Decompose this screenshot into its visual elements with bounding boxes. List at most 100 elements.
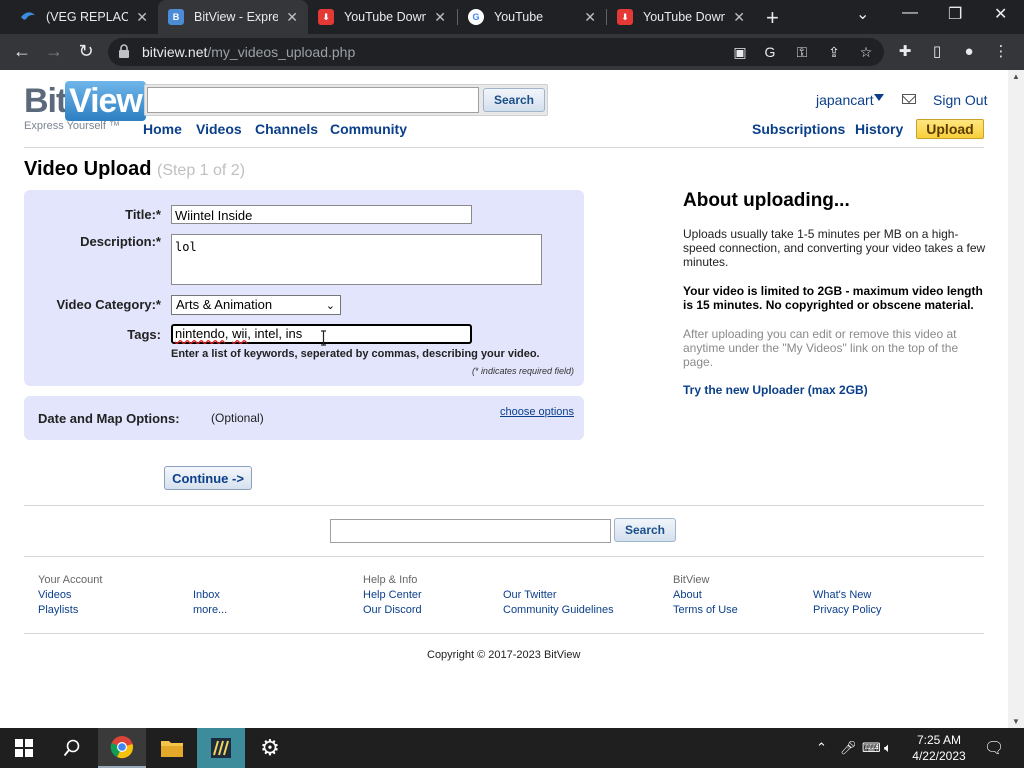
page-scrollbar[interactable]: ▲ ▼ bbox=[1008, 70, 1024, 728]
gear-icon: ⚙ bbox=[260, 735, 280, 760]
profile-icon[interactable]: ● bbox=[960, 43, 978, 61]
nav-videos[interactable]: Videos bbox=[196, 121, 242, 137]
description-textarea[interactable]: lol bbox=[171, 234, 542, 285]
choose-options-link[interactable]: choose options bbox=[500, 406, 574, 418]
header-divider bbox=[24, 147, 984, 148]
vegas-icon bbox=[211, 738, 231, 758]
tab-strip: (VEG REPLACE)[I ✕ B BitView - Expres ✕ ⬇… bbox=[0, 0, 1024, 34]
taskbar-file-explorer[interactable] bbox=[148, 728, 196, 768]
footer-discord-link[interactable]: Our Discord bbox=[363, 604, 422, 616]
menu-kebab-icon[interactable]: ⋮ bbox=[992, 43, 1010, 61]
options-optional: (Optional) bbox=[211, 411, 264, 425]
search-button[interactable]: Search bbox=[483, 88, 545, 112]
nav-home[interactable]: Home bbox=[143, 121, 182, 137]
title-label: Title:* bbox=[125, 207, 161, 222]
start-button[interactable] bbox=[0, 728, 48, 768]
footer-help-center-link[interactable]: Help Center bbox=[363, 589, 422, 601]
continue-button[interactable]: Continue -> bbox=[164, 466, 252, 490]
tab-youtube-downloader-2[interactable]: ⬇ YouTube Downl ✕ bbox=[607, 0, 755, 34]
footer-guidelines-link[interactable]: Community Guidelines bbox=[503, 604, 614, 616]
category-select[interactable]: Arts & Animation ⌄ bbox=[171, 295, 341, 315]
clock-time: 7:25 AM bbox=[916, 733, 962, 747]
back-icon[interactable]: ← bbox=[10, 41, 34, 62]
options-label: Date and Map Options: bbox=[38, 411, 180, 426]
taskbar-search-button[interactable] bbox=[48, 728, 96, 768]
close-icon[interactable]: ✕ bbox=[286, 9, 298, 26]
tab-veg-replace[interactable]: (VEG REPLACE)[I ✕ bbox=[10, 0, 158, 34]
lock-icon bbox=[119, 44, 129, 58]
volume-icon[interactable]: 🔈︎ bbox=[884, 740, 892, 756]
address-bar[interactable]: bitview.net/my_videos_upload.php ▣ G ⚿ ⇪… bbox=[108, 38, 884, 66]
folder-icon bbox=[161, 741, 183, 757]
nav-community[interactable]: Community bbox=[330, 121, 407, 137]
nav-channels[interactable]: Channels bbox=[255, 121, 318, 137]
footer-about-link[interactable]: About bbox=[673, 589, 702, 601]
close-icon[interactable]: ✕ bbox=[136, 9, 148, 26]
tab-search-icon[interactable]: ⌄ bbox=[856, 4, 869, 24]
bitview-icon: B bbox=[168, 9, 184, 25]
mail-icon[interactable] bbox=[902, 94, 916, 104]
text-cursor-icon bbox=[321, 330, 326, 346]
tab-youtube[interactable]: G YouTube ✕ bbox=[458, 0, 606, 34]
footer-search-button[interactable]: Search bbox=[614, 518, 676, 542]
footer-terms-link[interactable]: Terms of Use bbox=[673, 604, 738, 616]
url-text: bitview.net/my_videos_upload.php bbox=[142, 44, 356, 60]
reload-icon[interactable]: ↻ bbox=[74, 41, 98, 62]
window-close-icon[interactable]: ✕ bbox=[994, 4, 1007, 24]
logo-slogan: Express Yourself ™ bbox=[24, 120, 120, 132]
google-lens-icon[interactable]: G bbox=[762, 44, 778, 60]
tags-label: Tags: bbox=[127, 327, 161, 342]
sign-out-link[interactable]: Sign Out bbox=[933, 92, 987, 108]
content-divider bbox=[24, 505, 984, 506]
close-icon[interactable]: ✕ bbox=[584, 9, 596, 26]
close-icon[interactable]: ✕ bbox=[733, 9, 745, 26]
key-icon[interactable]: ⚿ bbox=[794, 44, 810, 60]
forward-icon[interactable]: → bbox=[42, 41, 66, 62]
veg-icon bbox=[20, 9, 36, 25]
restore-icon[interactable]: ❐ bbox=[948, 4, 962, 24]
minimize-icon[interactable]: — bbox=[902, 4, 918, 22]
new-tab-button[interactable]: + bbox=[766, 5, 779, 31]
footer-more-link[interactable]: more... bbox=[193, 604, 227, 616]
footer-twitter-link[interactable]: Our Twitter bbox=[503, 589, 557, 601]
share-icon[interactable]: ⇪ bbox=[826, 44, 842, 60]
footer-privacy-link[interactable]: Privacy Policy bbox=[813, 604, 881, 616]
notifications-icon[interactable]: 🗨︎ bbox=[984, 738, 1004, 758]
about-title: About uploading... bbox=[683, 190, 850, 211]
close-icon[interactable]: ✕ bbox=[434, 9, 446, 26]
title-input[interactable]: Wiintel Inside bbox=[171, 205, 472, 224]
taskbar-chrome[interactable] bbox=[98, 728, 146, 768]
taskbar-settings[interactable]: ⚙ bbox=[246, 728, 294, 768]
subscriptions-link[interactable]: Subscriptions bbox=[752, 121, 845, 137]
username-link[interactable]: japancart bbox=[816, 92, 874, 108]
media-icon[interactable]: ▣ bbox=[732, 44, 748, 60]
footer-search-input[interactable] bbox=[330, 519, 611, 543]
footer-whats-new-link[interactable]: What's New bbox=[813, 589, 871, 601]
taskbar-vegas[interactable] bbox=[197, 728, 245, 768]
network-icon[interactable]: ⌨︎ bbox=[862, 740, 881, 756]
side-panel-icon[interactable]: ▯ bbox=[928, 43, 946, 61]
description-label: Description:* bbox=[80, 234, 161, 249]
scroll-down-icon[interactable]: ▼ bbox=[1012, 717, 1020, 726]
scroll-up-icon[interactable]: ▲ bbox=[1012, 72, 1020, 81]
footer-inbox-link[interactable]: Inbox bbox=[193, 589, 220, 601]
upload-button[interactable]: Upload bbox=[916, 119, 984, 139]
tab-youtube-downloader-1[interactable]: ⬇ YouTube Downl ✕ bbox=[308, 0, 456, 34]
tab-bitview[interactable]: B BitView - Expres ✕ bbox=[158, 0, 308, 34]
history-link[interactable]: History bbox=[855, 121, 903, 137]
tab-title: YouTube Downl bbox=[643, 10, 726, 24]
category-label: Video Category:* bbox=[56, 297, 161, 312]
footer-top-divider bbox=[24, 556, 984, 557]
bookmark-star-icon[interactable]: ☆ bbox=[858, 44, 874, 60]
tray-overflow-icon[interactable]: ⌃ bbox=[816, 740, 827, 756]
system-clock[interactable]: 7:25 AM 4/22/2023 bbox=[908, 732, 970, 764]
footer-playlists-link[interactable]: Playlists bbox=[38, 604, 78, 616]
chevron-down-icon[interactable] bbox=[874, 94, 884, 101]
required-note: (* indicates required field) bbox=[471, 366, 574, 376]
date-map-options: Date and Map Options: (Optional) choose … bbox=[24, 396, 584, 440]
search-input[interactable] bbox=[147, 87, 479, 113]
extensions-icon[interactable]: ✚ bbox=[896, 43, 914, 61]
microphone-icon[interactable]: 🎤︎ bbox=[840, 740, 857, 756]
new-uploader-link[interactable]: Try the new Uploader (max 2GB) bbox=[683, 383, 868, 397]
footer-videos-link[interactable]: Videos bbox=[38, 589, 71, 601]
